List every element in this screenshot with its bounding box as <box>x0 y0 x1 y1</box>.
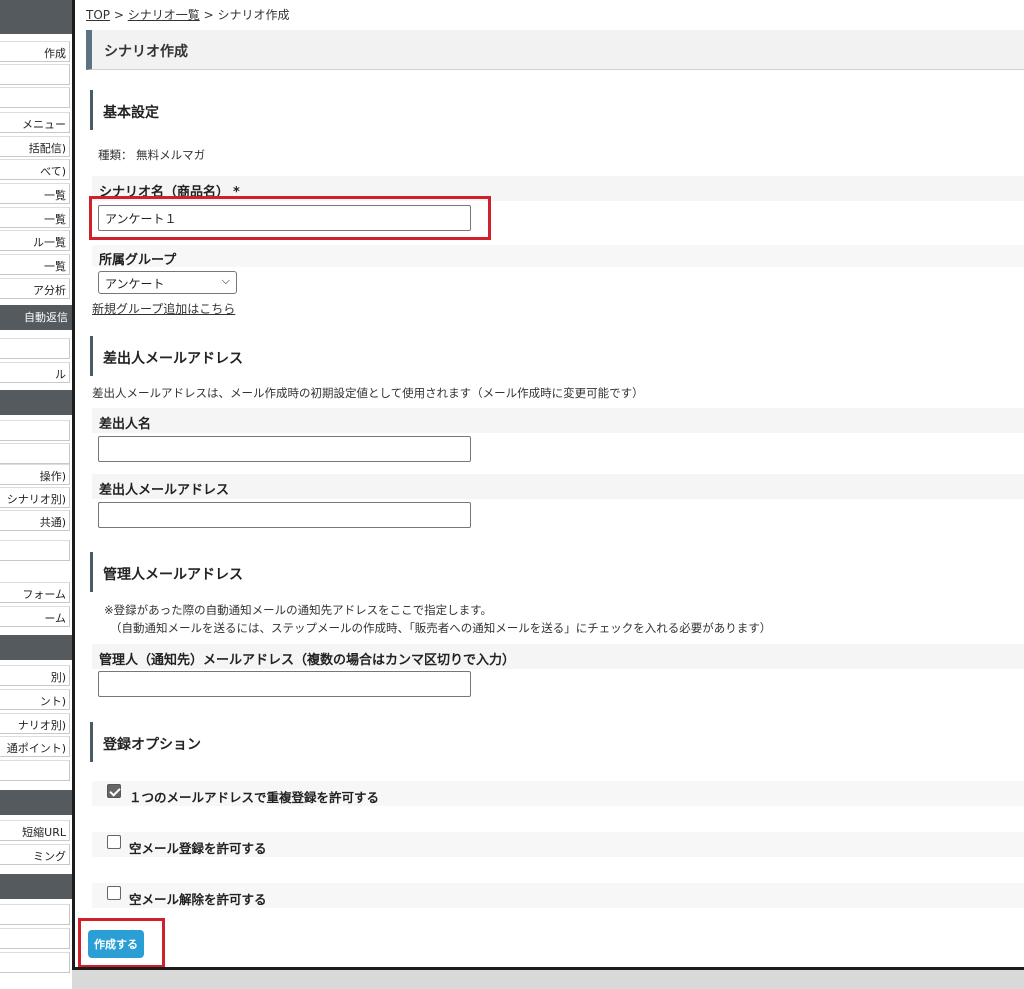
sidebar-item[interactable]: ル一覧 <box>0 230 70 251</box>
sidebar-item[interactable]: 一覧 <box>0 254 70 275</box>
breadcrumb-current: シナリオ作成 <box>217 8 290 22</box>
sidebar-item[interactable] <box>0 64 70 85</box>
sidebar-item[interactable]: メニュー <box>0 112 70 133</box>
section-heading-sender: 差出人メールアドレス <box>90 336 243 376</box>
sidebar-item[interactable] <box>0 87 70 108</box>
sidebar-item[interactable]: 共通) <box>0 510 70 531</box>
sidebar-item[interactable] <box>0 904 70 925</box>
highlight-box-name <box>89 196 491 240</box>
section-heading-text: 差出人メールアドレス <box>103 351 243 367</box>
option-row: １つのメールアドレスで重複登録を許可する <box>92 781 1024 806</box>
sender-name-input[interactable] <box>98 436 471 462</box>
sidebar-item[interactable]: 作成 <box>0 41 70 62</box>
sender-address-label: 差出人メールアドレス <box>99 483 230 498</box>
add-group-link[interactable]: 新規グループ追加はこちら <box>92 300 235 317</box>
sidebar-item[interactable]: ミング <box>0 844 70 865</box>
sidebar-item[interactable]: 一覧 <box>0 183 70 204</box>
sidebar-item[interactable]: 別) <box>0 665 70 686</box>
sidebar-header <box>0 790 72 815</box>
sender-address-input[interactable] <box>98 502 471 528</box>
admin-address-label: 管理人（通知先）メールアドレス（複数の場合はカンマ区切りで入力） <box>99 653 516 668</box>
sidebar-item[interactable] <box>0 928 70 949</box>
sidebar-item[interactable] <box>0 760 70 781</box>
sidebar-header <box>0 874 72 899</box>
admin-address-input[interactable] <box>98 671 471 697</box>
page-title: シナリオ作成 <box>86 30 1024 70</box>
option-row: 空メール登録を許可する <box>92 832 1024 857</box>
sidebar-item[interactable]: ア分析 <box>0 278 70 299</box>
sidebar-item[interactable]: 一覧 <box>0 207 70 228</box>
sender-name-label-band: 差出人名 <box>92 408 1024 433</box>
section-heading-text: 基本設定 <box>103 105 159 121</box>
duplicate-registration-checkbox[interactable] <box>107 784 121 798</box>
group-select-value: アンケート <box>105 277 165 291</box>
sidebar-item[interactable] <box>0 420 70 441</box>
sidebar-item[interactable]: ナリオ別) <box>0 713 70 734</box>
sidebar-item[interactable] <box>0 540 70 561</box>
sidebar-item[interactable]: ーム <box>0 606 70 627</box>
section-heading-text: 登録オプション <box>103 737 201 753</box>
admin-note-2: （自動通知メールを送るには、ステップメールの作成時、「販売者への通知メールを送る… <box>110 621 772 635</box>
section-heading-options: 登録オプション <box>90 722 201 762</box>
main-panel: TOP > シナリオ一覧 > シナリオ作成 シナリオ作成 基本設定 種類： 無料… <box>72 0 1024 970</box>
option-label: 空メール登録を許可する <box>129 841 267 856</box>
sender-note: 差出人メールアドレスは、メール作成時の初期設定値として使用されます（メール作成時… <box>92 386 644 400</box>
sidebar-item[interactable]: 短縮URL <box>0 820 70 841</box>
sidebar-header <box>0 635 72 660</box>
sidebar: 作成 メニュー 括配信) べて) 一覧 一覧 ル一覧 一覧 ア分析 自動返信 ル… <box>0 0 72 989</box>
sidebar-item[interactable]: 括配信) <box>0 136 70 157</box>
admin-note-1: ※登録があった際の自動通知メールの通知先アドレスをここで指定します。 <box>104 603 492 617</box>
admin-address-label-band: 管理人（通知先）メールアドレス（複数の場合はカンマ区切りで入力） <box>92 644 1024 669</box>
sender-address-label-band: 差出人メールアドレス <box>92 474 1024 499</box>
breadcrumb-separator: > <box>113 8 124 22</box>
sidebar-item[interactable]: べて) <box>0 159 70 180</box>
group-label-band: 所属グループ <box>92 245 1024 268</box>
page-title-text: シナリオ作成 <box>104 44 188 60</box>
highlight-box-create <box>78 918 165 967</box>
breadcrumb-scenario-list-link[interactable]: シナリオ一覧 <box>128 8 200 22</box>
sidebar-item[interactable]: ル <box>0 362 70 383</box>
breadcrumb-top-link[interactable]: TOP <box>86 8 110 22</box>
chevron-down-icon: ⌵ <box>221 274 230 287</box>
sidebar-item[interactable] <box>0 952 70 973</box>
breadcrumb: TOP > シナリオ一覧 > シナリオ作成 <box>86 6 289 23</box>
sidebar-item[interactable]: フォーム <box>0 582 70 603</box>
sidebar-item[interactable]: 操作) <box>0 464 70 485</box>
section-heading-admin: 管理人メールアドレス <box>90 552 243 592</box>
sidebar-item[interactable]: シナリオ別) <box>0 487 70 508</box>
option-label: １つのメールアドレスで重複登録を許可する <box>129 790 380 805</box>
breadcrumb-separator: > <box>203 8 214 22</box>
option-row: 空メール解除を許可する <box>92 883 1024 908</box>
section-heading-basic: 基本設定 <box>90 90 159 130</box>
sidebar-item[interactable]: ント) <box>0 689 70 710</box>
empty-mail-register-checkbox[interactable] <box>107 835 121 849</box>
sidebar-header <box>0 390 72 415</box>
option-label: 空メール解除を許可する <box>129 892 267 907</box>
section-heading-text: 管理人メールアドレス <box>103 567 243 583</box>
scenario-type-text: 種類： 無料メルマガ <box>98 148 206 162</box>
group-select[interactable]: アンケート ⌵ <box>98 271 237 294</box>
sidebar-header <box>0 0 72 34</box>
sidebar-header: 自動返信 <box>0 305 72 330</box>
empty-mail-unsubscribe-checkbox[interactable] <box>107 886 121 900</box>
group-label: 所属グループ <box>99 253 177 268</box>
sidebar-item[interactable] <box>0 443 70 464</box>
sidebar-item[interactable]: 通ポイント) <box>0 736 70 757</box>
sidebar-item[interactable] <box>0 338 70 359</box>
sender-name-label: 差出人名 <box>99 417 152 432</box>
